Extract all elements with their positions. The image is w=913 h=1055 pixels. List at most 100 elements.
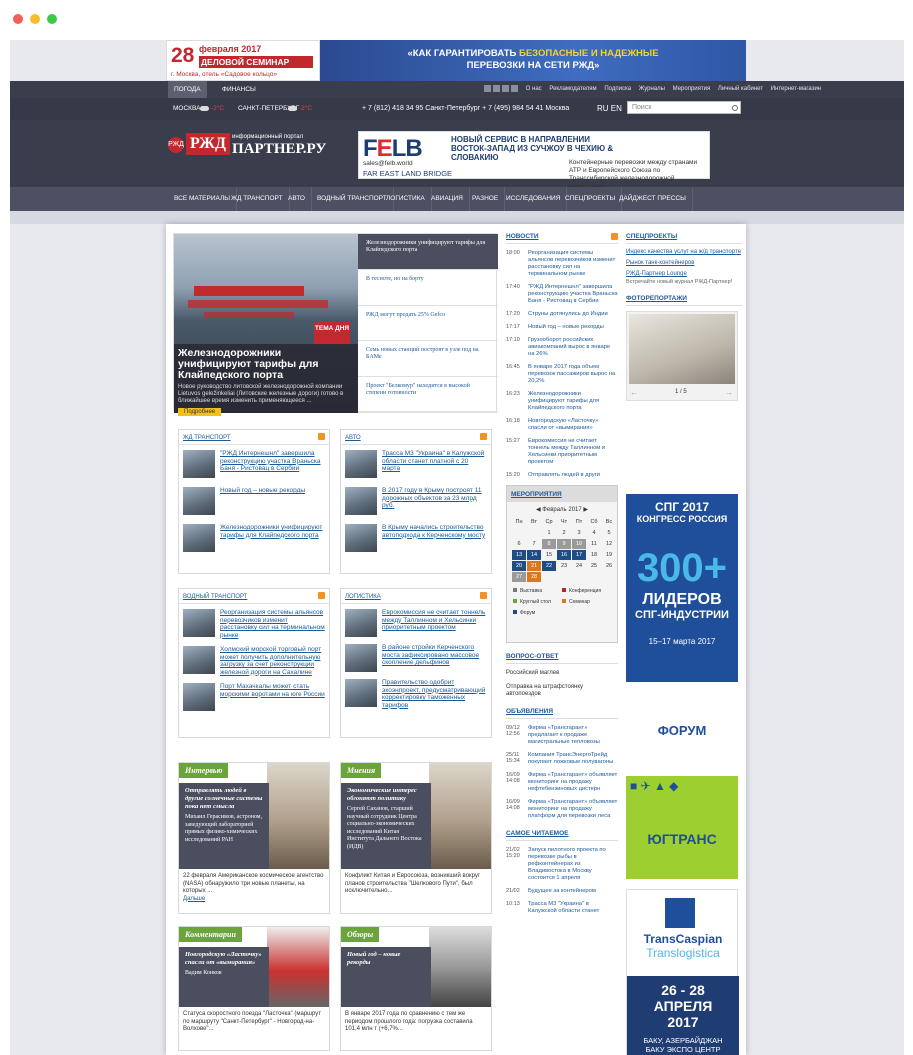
logo-rzd[interactable]: РЖД [186,133,230,155]
reviews-tag[interactable]: Обзоры [341,927,380,942]
hero-caption[interactable]: Железнодорожники унифицируют тарифы для … [174,344,358,416]
ad-link[interactable]: Фирма «Трансгарант» предлагает к продаже… [528,725,618,746]
facebook-icon[interactable] [493,84,500,92]
nav-logistics[interactable]: ЛОГИСТИКА [380,187,432,211]
link-journals[interactable]: Журналы [639,86,665,92]
news-link[interactable]: Реорганизация системы альянсов перевозчи… [220,609,325,639]
lng-congress-banner[interactable]: СПГ 2017 КОНГРЕСС РОССИЯ 300+ ЛИДЕРОВ СП… [626,494,738,682]
twitter-icon[interactable] [502,84,509,92]
seminar-banner[interactable]: 28 февраля 2017 ДЕЛОВОЙ СЕМИНАР г. Москв… [166,40,320,81]
news-link[interactable]: Правительство одобрит экоэнпроект, преду… [382,679,487,709]
maximize-dot-icon[interactable] [47,14,57,24]
lang-ru[interactable]: RU [597,104,609,113]
top-promo[interactable]: 28 февраля 2017 ДЕЛОВОЙ СЕМИНАР г. Москв… [166,40,746,81]
spec-title[interactable]: СПЕЦПРОЕКТЫ [626,233,742,244]
news-link[interactable]: "РЖД Интернешнл" завершила реконструкцию… [220,450,325,478]
close-dot-icon[interactable] [13,14,23,24]
calendar-day[interactable]: 26 [602,561,616,571]
news-link[interactable]: Холмский морской торговый порт может пол… [220,646,325,676]
interview-title[interactable]: Отправлять людей в другие солнечные сист… [185,787,263,811]
opinion-photo[interactable] [429,763,491,869]
calendar-day[interactable]: 11 [587,539,601,549]
transcaspian-banner[interactable]: TransCaspian Translogistica 26 - 28 АПРЕ… [626,889,739,1055]
link-account[interactable]: Личный кабинет [718,86,763,92]
opinion-card[interactable]: Экономические интерес обгоняют политику … [341,783,431,869]
news-link[interactable]: "РЖД Интернешнл" завершила реконструкцию… [528,284,618,305]
tab-weather[interactable]: ПОГОДА [168,81,207,98]
rss-icon[interactable] [511,84,518,92]
calendar-day[interactable]: 3 [572,528,586,538]
ad-link[interactable]: Фирма «Трансгарант» объявляет мониторинг… [528,772,618,793]
news-thumb[interactable] [345,524,377,552]
calendar-day[interactable]: 10 [572,539,586,549]
photo-slider[interactable]: ← 1 / 5 → [626,311,738,401]
nav-aviation[interactable]: АВИАЦИЯ [425,187,470,211]
popular-link[interactable]: Будущее за контейнером [528,888,596,895]
news-link[interactable]: Реорганизация системы альянсов перевозчи… [528,250,618,278]
news-link[interactable]: Новый год – новые рекорды [528,324,604,331]
popular-link[interactable]: Трасса М3 "Украина" в Калужской области … [528,901,618,915]
nav-auto[interactable]: АВТО [282,187,312,211]
news-thumb[interactable] [183,524,215,552]
link-events[interactable]: Мероприятия [673,86,711,92]
news-thumb[interactable] [345,679,377,707]
comments-title[interactable]: Новгородскую «Ласточку» спасли от «вымир… [185,951,263,967]
logo-name[interactable]: ПАРТНЕР.РУ [232,141,326,158]
news-link[interactable]: Порт Махачкалы может стать морскими воро… [220,683,325,711]
hero-list-item[interactable]: В тесноте, но на борту [358,270,498,306]
news-link[interactable]: Еврокомиссия не считает тоннель между Та… [528,438,618,466]
search-input[interactable]: Поиск [627,101,741,114]
news-link[interactable]: Грузооборот российских авиакомпаний выро… [528,337,618,358]
calendar-day[interactable]: 18 [587,550,601,560]
logo-badge[interactable]: РЖД [168,137,184,153]
nav-digest[interactable]: ДАЙДЖЕСТ ПРЕССЫ [613,187,693,211]
popular-title[interactable]: САМОЕ ЧИТАЕМОЕ [506,830,618,841]
news-thumb[interactable] [345,609,377,637]
calendar-day[interactable]: 16 [557,550,571,560]
yugtrans-banner[interactable]: ФОРУМ ■ ✈ ▲ ◆ ЮГТРАНС [626,691,738,879]
calendar-day[interactable]: 27 [512,572,526,582]
calendar-day[interactable]: 5 [602,528,616,538]
rss-icon[interactable] [611,233,618,240]
spec-link[interactable]: Индекс качества услуг на ж/д транспорте [626,249,742,255]
calendar-day[interactable]: 6 [512,539,526,549]
hero-list-item[interactable]: Проект "Белкомур" находится в высокой ст… [358,377,498,413]
news-link[interactable]: Новый год – новые рекорды [220,487,305,515]
news-link[interactable]: Железнодорожники унифицируют тарифы для … [528,391,618,412]
felb-banner[interactable]: FELB sales@felb.world FAR EAST LAND BRID… [358,131,710,190]
news-link[interactable]: В январе 2017 года объем перевозок пасса… [528,364,618,385]
calendar-day[interactable]: 17 [572,550,586,560]
reviews-card[interactable]: Новый год – новые рекорды [341,947,431,1007]
link-subscribe[interactable]: Подписка [604,86,631,92]
news-link[interactable]: Еврокомиссия не считает тоннель между Та… [382,609,487,637]
vk-icon[interactable] [484,84,491,92]
nav-rail[interactable]: ЖД ТРАНСПОРТ [225,187,290,211]
news-link[interactable]: Трасса М3 "Украина" в Калужской области … [382,450,487,478]
calendar-day[interactable]: 13 [512,550,526,560]
nav-research[interactable]: ИССЛЕДОВАНИЯ [500,187,568,211]
popular-link[interactable]: Запуск пилотного проекта по перевозке ры… [528,847,618,882]
news-thumb[interactable] [345,487,377,515]
calendar-day[interactable]: 2 [557,528,571,538]
calendar-day[interactable]: 4 [587,528,601,538]
freight-photo[interactable] [429,927,491,1007]
calendar-day[interactable]: 19 [602,550,616,560]
calendar-day[interactable]: 22 [542,561,556,571]
news-thumb[interactable] [345,644,377,672]
news-thumb[interactable] [183,609,215,637]
slider-prev-icon[interactable]: ← [630,388,638,397]
logistics-box-title[interactable]: ЛОГИСТИКА [341,589,491,604]
calendar-day[interactable]: 24 [572,561,586,571]
spec-link[interactable]: РЖД-Партнер Lounge [626,271,742,277]
news-thumb[interactable] [345,450,377,478]
hero-title[interactable]: Железнодорожники унифицируют тарифы для … [178,348,354,381]
next-month-icon[interactable]: ▶ [583,507,588,513]
news-thumb[interactable] [183,450,215,478]
interview-more-link[interactable]: Дальше [183,896,205,902]
calendar-day[interactable]: 28 [527,572,541,582]
calendar-day[interactable]: 7 [527,539,541,549]
calendar-day[interactable]: 14 [527,550,541,560]
news-thumb[interactable] [183,487,215,515]
safety-banner[interactable]: «КАК ГАРАНТИРОВАТЬ БЕЗОПАСНЫЕ И НАДЕЖНЫЕ… [320,40,746,81]
spec-link[interactable]: Рынок танк-контейнеров [626,260,742,266]
